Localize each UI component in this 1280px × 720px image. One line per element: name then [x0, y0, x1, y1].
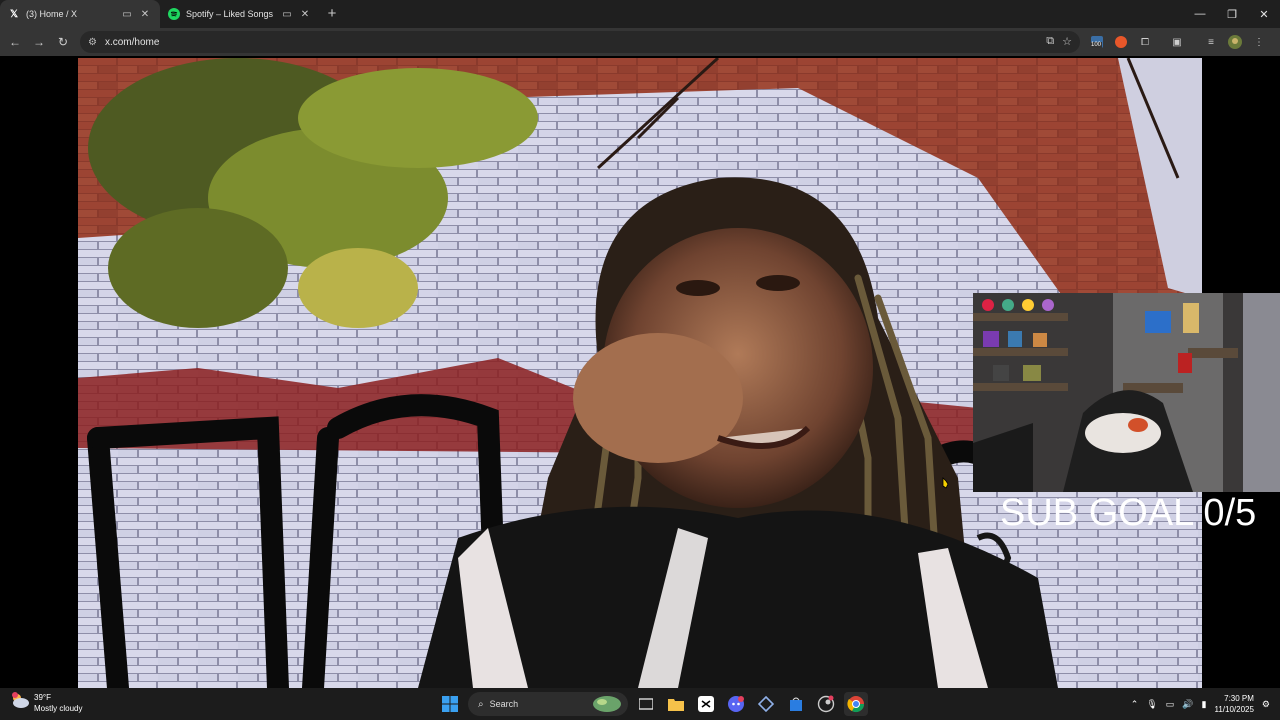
split-view-icon[interactable]: ▣ — [1168, 33, 1186, 51]
tray-overflow-icon[interactable]: ⌃ — [1131, 699, 1139, 710]
battery-icon[interactable]: ▮ — [1202, 699, 1207, 710]
spotify-logo-icon — [168, 8, 180, 20]
bookmark-star-icon[interactable]: ☆ — [1062, 35, 1072, 48]
tab-media-icon[interactable]: ▭ — [280, 7, 294, 21]
task-view-icon[interactable] — [634, 692, 658, 716]
microphone-icon[interactable]: 🎙 — [1146, 699, 1157, 710]
extensions-area: 100 ⧠ ▣ ≡ ⋮ — [1088, 28, 1268, 56]
network-icon[interactable]: ▭ — [1166, 699, 1175, 710]
site-info-icon[interactable]: ⚙ — [88, 37, 97, 48]
mouse-cursor-icon — [940, 476, 950, 490]
webcam-feed-image — [973, 293, 1280, 492]
store-icon[interactable] — [784, 692, 808, 716]
tab-spotify[interactable]: Spotify – Liked Songs ▭ ✕ — [160, 0, 320, 28]
window-controls: — ❐ ✕ — [1184, 0, 1280, 28]
address-bar[interactable]: ⚙ x.com/home ⧉ ☆ — [80, 31, 1080, 53]
tab-close-icon[interactable]: ✕ — [298, 7, 312, 21]
volume-icon[interactable]: 🔊 — [1182, 699, 1193, 710]
tab-x-home[interactable]: 𝕏 (3) Home / X ▭ ✕ — [0, 0, 160, 28]
tab-title: Spotify – Liked Songs — [186, 9, 274, 19]
tab-media-icon[interactable]: ▭ — [120, 7, 134, 21]
steam-icon[interactable] — [814, 692, 838, 716]
omnibox-actions: ⧉ ☆ — [1046, 35, 1072, 48]
forward-icon[interactable]: → — [27, 30, 51, 54]
media-controls-icon[interactable]: ≡ — [1202, 33, 1220, 51]
reload-icon[interactable]: ↻ — [51, 30, 75, 54]
restore-icon[interactable]: ❐ — [1216, 0, 1248, 28]
new-tab-button[interactable]: + — [320, 0, 344, 28]
capcut-icon[interactable] — [694, 692, 718, 716]
cloudy-weather-icon — [10, 691, 30, 714]
extension-badge-icon[interactable]: 100 — [1088, 33, 1106, 51]
install-app-icon[interactable]: ⧉ — [1046, 35, 1054, 48]
vpn-icon[interactable] — [754, 692, 778, 716]
chrome-icon[interactable] — [844, 692, 868, 716]
extension-badge-count: 100 — [1090, 42, 1103, 48]
url-text: x.com/home — [104, 36, 160, 48]
search-placeholder: Search — [489, 699, 519, 709]
search-highlight-icon — [592, 695, 622, 715]
close-window-icon[interactable]: ✕ — [1248, 0, 1280, 28]
x-logo-icon: 𝕏 — [9, 8, 19, 20]
weather-widget[interactable]: 39°F Mostly cloudy — [10, 691, 82, 714]
discord-icon[interactable] — [724, 692, 748, 716]
menu-kebab-icon[interactable]: ⋮ — [1250, 33, 1268, 51]
sub-goal-overlay: SUB GOAL 0/5 — [1000, 492, 1257, 534]
notification-icon[interactable]: ⚙ — [1262, 699, 1270, 710]
back-icon[interactable]: ← — [3, 30, 27, 54]
clock-date: 11/10/2025 — [1214, 705, 1254, 714]
tab-close-icon[interactable]: ✕ — [138, 7, 152, 21]
extensions-puzzle-icon[interactable]: ⧠ — [1136, 33, 1154, 51]
profile-avatar[interactable] — [1226, 33, 1244, 51]
clock[interactable]: 7:30 PM 11/10/2025 — [1214, 693, 1253, 715]
extension-orange-icon[interactable] — [1112, 33, 1130, 51]
weather-temp: 39°F — [34, 692, 51, 702]
taskbar: 39°F Mostly cloudy ⌕ Search ⌃ 🎙 ▭ 🔊 ▮ 7:… — [0, 688, 1280, 720]
weather-desc: Mostly cloudy — [34, 703, 83, 713]
tab-title: (3) Home / X — [26, 9, 78, 19]
minimize-icon[interactable]: — — [1184, 0, 1216, 28]
page-content: SUB GOAL 0/5 — [0, 56, 1280, 688]
file-explorer-icon[interactable] — [664, 692, 688, 716]
taskbar-apps: ⌕ Search — [438, 692, 868, 716]
clock-time: 7:30 PM — [1224, 694, 1254, 703]
system-tray: ⌃ 🎙 ▭ 🔊 ▮ 7:30 PM 11/10/2025 ⚙ — [1131, 688, 1280, 720]
start-windows-icon[interactable] — [438, 692, 462, 716]
search-icon: ⌕ — [478, 698, 484, 710]
tab-strip: 𝕏 (3) Home / X ▭ ✕ Spotify – Liked Songs… — [0, 0, 1280, 28]
webcam-overlay — [973, 293, 1280, 492]
taskbar-search[interactable]: ⌕ Search — [468, 692, 628, 716]
